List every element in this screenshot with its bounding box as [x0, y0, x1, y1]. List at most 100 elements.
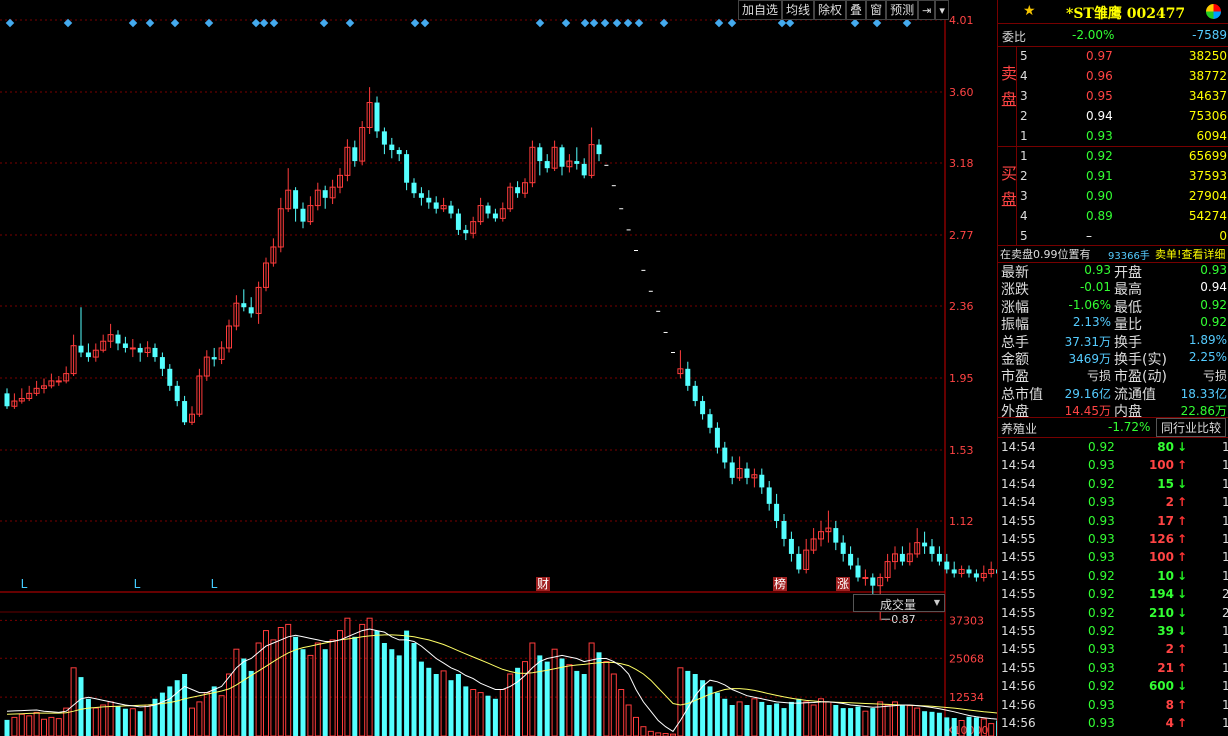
sell-level-num: 4: [1020, 69, 1028, 83]
volume-bar-up: [26, 715, 33, 736]
candle-body-down: [248, 307, 254, 314]
quote-panel: ★ *ST雏鹰 002477 委比 -2.00% -7589 卖盘买盘 5 0.97 382…: [997, 0, 1228, 736]
volume-bar-up: [566, 664, 573, 736]
tick-price: 0.93: [1088, 716, 1115, 730]
candle-body-down: [182, 401, 188, 423]
overlay-button[interactable]: 叠: [846, 0, 867, 20]
volume-bar-up: [640, 726, 647, 736]
volume-indicator-select[interactable]: 成交量 ▼: [853, 594, 945, 612]
industry-compare-button[interactable]: 同行业比较: [1156, 418, 1227, 437]
candle-body-down: [174, 385, 180, 402]
tick-price: 0.92: [1088, 440, 1115, 454]
info-marker-label: L: [134, 577, 141, 591]
volume-bar-down: [122, 708, 128, 736]
event-marker-diamond: [410, 18, 420, 28]
sell-level-num: 1: [1020, 129, 1028, 143]
tick-time: 14:55: [1001, 550, 1036, 565]
arrow-up-icon: ↑: [1177, 458, 1188, 473]
tick-price: 0.92: [1088, 624, 1115, 638]
candle-body-down: [574, 161, 580, 164]
candle-body-down: [167, 368, 173, 386]
event-marker-diamond: [580, 18, 590, 28]
candle-body-down: [515, 187, 521, 194]
volume-bar-down: [492, 698, 498, 736]
window-button[interactable]: 窗: [866, 0, 887, 20]
volume-bar-up: [810, 704, 817, 736]
chevron-down-icon[interactable]: ▾: [935, 0, 949, 20]
candle-body-down: [293, 190, 299, 209]
candle-body-down: [774, 503, 780, 521]
expand-panel-icon[interactable]: ⇥: [918, 0, 936, 20]
candle-body-down: [159, 357, 165, 369]
tick-extra: 1: [1222, 532, 1228, 546]
arrow-down-icon: ↓: [1177, 624, 1188, 638]
volume-bar-up: [218, 695, 225, 736]
volume-bar-down: [455, 674, 461, 736]
volume-bar-up: [41, 718, 47, 736]
sell-level-volume: 6094: [1196, 129, 1227, 143]
trade-tick-row: 14:54 0.93 100↑ 1: [998, 456, 1228, 476]
candle-body-down: [404, 154, 410, 183]
candle-body-down: [418, 193, 424, 198]
volume-bar-down: [167, 686, 173, 736]
stat-value-right: 0.92: [1200, 315, 1227, 330]
notice-link[interactable]: 卖单!查看详细: [1155, 246, 1225, 262]
volume-bar-down: [951, 718, 957, 736]
volume-bar-down: [796, 698, 802, 736]
tick-extra: 1: [1222, 569, 1228, 583]
candle-body-down: [211, 357, 217, 360]
volume-bar-up: [625, 704, 632, 736]
candle-body-down: [759, 474, 765, 488]
candle-body-up: [129, 347, 136, 350]
volume-bar-down: [352, 636, 358, 736]
volume-bar-up: [440, 670, 447, 736]
arrow-up-icon: ↑: [1177, 716, 1188, 730]
candle-body-down: [848, 553, 854, 566]
candle-body-down: [322, 190, 328, 198]
candle-body-down: [544, 161, 550, 169]
candle-body-down: [448, 205, 454, 214]
kline-chart-svg[interactable]: 4.01 3.60 3.18 2.77 2.36 1.95 1.53 1.12 0.87 L L L 财…: [0, 0, 997, 736]
arrow-down-icon: ↓: [1177, 440, 1188, 454]
stat-value-left: -1.06%: [1068, 297, 1111, 312]
globe-icon[interactable]: [1206, 4, 1221, 19]
volume-bar-up: [307, 654, 314, 736]
volume-bar-down: [788, 701, 794, 736]
candle-body-down: [300, 208, 306, 222]
forecast-button[interactable]: 预测: [886, 0, 919, 20]
tick-price: 0.93: [1088, 458, 1115, 473]
industry-name[interactable]: 养殖业: [1001, 420, 1037, 437]
price-tick-label: 3.18: [949, 157, 974, 170]
trade-tick-row: 14:55 0.92 39↓ 1: [998, 622, 1228, 642]
volume-bar-up: [507, 673, 514, 736]
add-favorite-button[interactable]: 加自选: [738, 0, 783, 20]
sell-level-row: 4 0.96 38772: [998, 67, 1228, 87]
moving-average-button[interactable]: 均线: [782, 0, 815, 20]
volume-bar-up: [314, 642, 321, 736]
volume-bar-up: [588, 642, 595, 736]
buy-level-num: 1: [1020, 149, 1028, 163]
volume-bar-up: [55, 718, 62, 736]
buy-level-volume: 27904: [1188, 189, 1227, 203]
info-marker-label: 财: [537, 577, 549, 591]
candle-body-down: [137, 347, 143, 353]
candle-body-down: [788, 538, 794, 554]
volume-bar-down: [870, 708, 876, 736]
volume-bar-down: [515, 667, 521, 736]
price-tick-label: 4.01: [949, 14, 974, 27]
volume-bar-up: [892, 701, 898, 736]
ex-rights-button[interactable]: 除权: [814, 0, 847, 20]
volume-bar-down: [537, 655, 543, 736]
trade-tick-row: 14:55 0.93 126↑ 1: [998, 530, 1228, 550]
volume-bar-up: [226, 673, 232, 736]
event-marker-diamond: [535, 18, 545, 28]
volume-bar-up: [551, 648, 558, 736]
star-icon[interactable]: ★: [1023, 3, 1036, 19]
volume-bar-down: [929, 711, 935, 736]
buy-level-row: 1 0.92 65699: [998, 147, 1228, 167]
event-marker-diamond: [850, 18, 860, 28]
volume-bar-up: [988, 723, 995, 736]
kline-chart-area[interactable]: 4.01 3.60 3.18 2.77 2.36 1.95 1.53 1.12 0.87 L L L 财…: [0, 0, 997, 736]
arrow-down-icon: ↓: [1177, 587, 1188, 602]
volume-bar-down: [374, 630, 380, 736]
